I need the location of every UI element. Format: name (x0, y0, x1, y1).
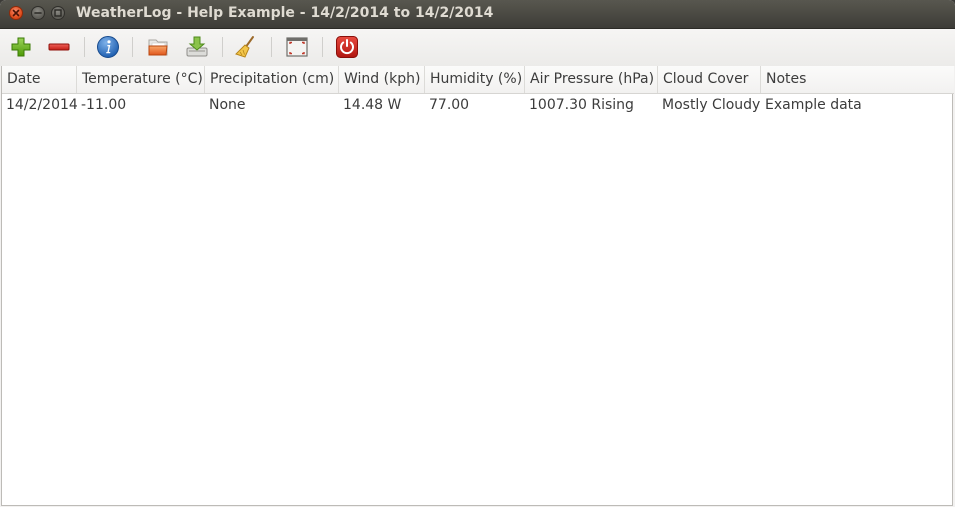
open-button[interactable] (146, 34, 172, 60)
weather-log-table[interactable]: Date Temperature (°C) Precipitation (cm)… (1, 66, 954, 506)
column-header-notes[interactable]: Notes (761, 66, 954, 93)
open-folder-icon (148, 39, 168, 56)
clear-button[interactable] (233, 34, 259, 60)
toolbar-separator (322, 37, 323, 57)
close-icon (12, 9, 20, 17)
toolbar-separator (222, 37, 223, 57)
add-icon (11, 37, 31, 57)
info-button[interactable] (95, 34, 121, 60)
cell-date: 14/2/2014 (6, 97, 78, 113)
column-header-wind[interactable]: Wind (kph) (339, 66, 425, 93)
toolbar-separator (132, 37, 133, 57)
quit-button[interactable] (334, 34, 360, 60)
table-header: Date Temperature (°C) Precipitation (cm)… (2, 66, 954, 94)
cell-precipitation: None (209, 97, 246, 113)
column-header-precipitation[interactable]: Precipitation (cm) (205, 66, 339, 93)
maximize-window-button[interactable] (51, 6, 65, 20)
column-header-air-pressure[interactable]: Air Pressure (hPa) (525, 66, 658, 93)
column-header-cloud-cover[interactable]: Cloud Cover (658, 66, 761, 93)
column-header-temperature[interactable]: Temperature (°C) (77, 66, 205, 93)
cell-humidity: 77.00 (429, 97, 470, 113)
table-row[interactable]: 14/2/2014 -11.00 None 14.48 W 77.00 1007… (2, 93, 954, 117)
toolbar-separator (84, 37, 85, 57)
minimize-icon (34, 12, 42, 14)
close-window-button[interactable] (9, 6, 23, 20)
save-button[interactable] (184, 34, 210, 60)
clear-broom-icon (235, 36, 254, 58)
remove-button[interactable] (46, 34, 72, 60)
window-title: WeatherLog - Help Example - 14/2/2014 to… (76, 5, 494, 21)
cell-cloud-cover: Mostly Cloudy (662, 97, 761, 113)
save-icon (186, 36, 208, 57)
maximize-icon (54, 9, 62, 17)
fullscreen-icon (286, 37, 308, 57)
column-header-humidity[interactable]: Humidity (%) (425, 66, 525, 93)
minimize-window-button[interactable] (31, 6, 45, 20)
column-header-date[interactable]: Date (2, 66, 77, 93)
cell-air-pressure: 1007.30 Rising (529, 97, 634, 113)
app-window: WeatherLog - Help Example - 14/2/2014 to… (0, 0, 955, 507)
cell-notes: Example data (765, 97, 862, 113)
cell-wind: 14.48 W (343, 97, 402, 113)
cell-temperature: -11.00 (81, 97, 127, 113)
add-button[interactable] (8, 34, 34, 60)
title-bar[interactable]: WeatherLog - Help Example - 14/2/2014 to… (0, 0, 955, 29)
toolbar-separator (271, 37, 272, 57)
toolbar (0, 29, 955, 66)
remove-icon (48, 43, 70, 51)
fullscreen-button[interactable] (284, 34, 310, 60)
info-icon (97, 36, 119, 58)
power-icon (336, 36, 358, 58)
